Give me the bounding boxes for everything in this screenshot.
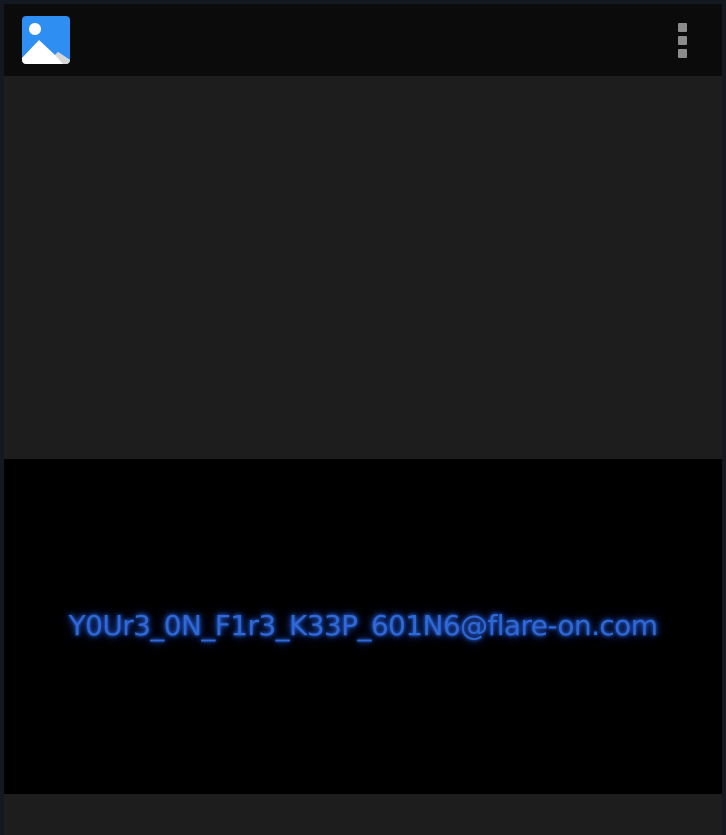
menu-dot xyxy=(678,36,687,45)
more-vert-icon[interactable] xyxy=(672,20,692,60)
app-window: Y0Ur3_0N_F1r3_K33P_601N6@flare-on.com xyxy=(4,4,722,835)
image-area xyxy=(4,76,722,459)
menu-dot xyxy=(678,23,687,32)
menu-dot xyxy=(678,49,687,58)
app-bar xyxy=(4,4,722,76)
flag-panel: Y0Ur3_0N_F1r3_K33P_601N6@flare-on.com xyxy=(4,459,722,794)
flag-text: Y0Ur3_0N_F1r3_K33P_601N6@flare-on.com xyxy=(68,609,658,642)
gallery-image-icon[interactable] xyxy=(22,16,70,64)
gallery-image-icon-graphic xyxy=(22,16,70,64)
bottom-area xyxy=(4,794,722,835)
